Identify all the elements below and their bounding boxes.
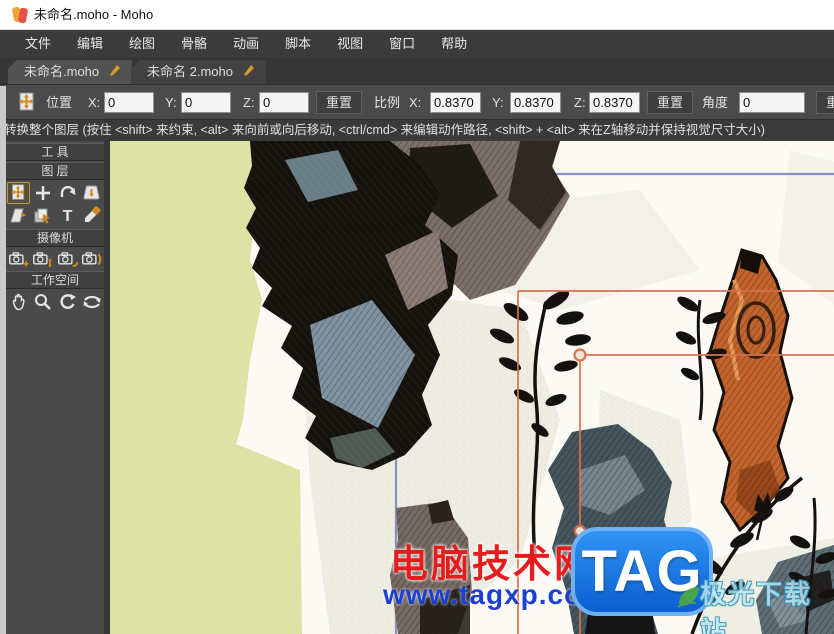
- tab-document-1[interactable]: 未命名.moho: [8, 60, 132, 84]
- angle-input[interactable]: [739, 92, 805, 113]
- tool-pan-workspace[interactable]: [7, 291, 30, 313]
- workspace-section-header[interactable]: 工作空间: [6, 271, 104, 289]
- edit-pencil-icon: [109, 61, 120, 84]
- window-title: 未命名.moho - Moho: [34, 7, 154, 22]
- scale-z-input[interactable]: [589, 92, 640, 113]
- selection-handle-top-left[interactable]: [573, 348, 587, 362]
- pos-y-label: Y:: [165, 95, 177, 110]
- tool-scale-layer[interactable]: [80, 182, 103, 204]
- download-site-name: 极光下载站: [700, 579, 813, 634]
- tab-document-2[interactable]: 未命名 2.moho: [131, 60, 266, 84]
- watermark-download-site: 极光下载站 www.x27.com: [700, 574, 834, 634]
- tool-translate-layer[interactable]: [31, 182, 54, 204]
- tools-panel: 工 具 图 层 T 摄像机 工作空间: [6, 141, 104, 634]
- leaf-logo-icon: [676, 584, 702, 615]
- tab-label: 未命名 2.moho: [147, 64, 233, 79]
- desktop-edge: [0, 86, 6, 634]
- menu-scripts[interactable]: 脚本: [272, 30, 324, 57]
- tool-rotate-layer[interactable]: [56, 182, 79, 204]
- tool-rotate-workspace[interactable]: [56, 291, 79, 313]
- pos-z-label: Z:: [243, 95, 255, 110]
- menu-file[interactable]: 文件: [12, 30, 64, 57]
- menu-window[interactable]: 窗口: [376, 30, 428, 57]
- current-tool-icon: [16, 91, 38, 113]
- layer-tools-row-2: T: [6, 204, 104, 227]
- angle-label: 角度: [702, 95, 729, 110]
- menu-bar: 文件 编辑 绘图 骨骼 动画 脚本 视图 窗口 帮助: [0, 30, 834, 57]
- position-y-input[interactable]: [181, 92, 231, 113]
- reset-angle-button[interactable]: 重置: [816, 91, 834, 114]
- panel-splitter[interactable]: [104, 141, 110, 634]
- menu-draw[interactable]: 绘图: [116, 30, 168, 57]
- tool-track-camera[interactable]: [7, 248, 30, 270]
- tool-orbit-workspace[interactable]: [80, 291, 103, 313]
- menu-animation[interactable]: 动画: [220, 30, 272, 57]
- tool-pan-tilt-camera[interactable]: [80, 248, 103, 270]
- status-hint-bar: 转换整个图层 (按住 <shift> 来约束, <alt> 来向前或向后移动, …: [0, 119, 834, 141]
- position-label: 位置: [46, 95, 73, 110]
- menu-view[interactable]: 视图: [324, 30, 376, 57]
- scale-y-input[interactable]: [510, 92, 561, 113]
- document-tab-bar: 未命名.moho 未命名 2.moho: [0, 57, 834, 84]
- edit-pencil-icon: [243, 61, 254, 84]
- tool-text[interactable]: T: [56, 205, 79, 227]
- scale-x-input[interactable]: [430, 92, 481, 113]
- scale-x-label: X:: [409, 95, 422, 110]
- menu-edit[interactable]: 编辑: [64, 30, 116, 57]
- moho-window: 未命名.moho - Moho 文件 编辑 绘图 骨骼 动画 脚本 视图 窗口 …: [0, 0, 834, 634]
- pos-x-label: X:: [88, 95, 101, 110]
- menu-bone[interactable]: 骨骼: [168, 30, 220, 57]
- layer-section-header[interactable]: 图 层: [6, 162, 104, 180]
- tool-shear-layer[interactable]: [7, 205, 30, 227]
- tab-label: 未命名.moho: [24, 64, 100, 79]
- reset-scale-button[interactable]: 重置: [647, 91, 693, 114]
- tools-panel-header[interactable]: 工 具: [6, 143, 104, 161]
- position-z-input[interactable]: [259, 92, 309, 113]
- moho-app-icon: [11, 6, 29, 24]
- scale-label: 比例: [374, 95, 401, 110]
- scale-y-label: Y:: [492, 95, 504, 110]
- workspace-tools-row: [6, 290, 104, 313]
- tool-zoom-camera[interactable]: [31, 248, 54, 270]
- tool-magnify-workspace[interactable]: [31, 291, 54, 313]
- menu-help[interactable]: 帮助: [428, 30, 480, 57]
- position-x-input[interactable]: [104, 92, 154, 113]
- title-bar: 未命名.moho - Moho: [0, 0, 834, 30]
- tool-options-bar: 位置 X: Y: Z: 重置 比例 X: Y: Z: 重置 角度 重置: [0, 84, 834, 119]
- camera-tools-row: [6, 248, 104, 270]
- tool-roll-camera[interactable]: [56, 248, 79, 270]
- svg-text:T: T: [62, 208, 72, 225]
- tool-layer-selector[interactable]: [31, 205, 54, 227]
- tool-transform-layer[interactable]: [6, 181, 30, 204]
- reset-position-button[interactable]: 重置: [316, 91, 362, 114]
- scale-z-label: Z:: [574, 95, 586, 110]
- layer-tools-row-1: [6, 181, 104, 204]
- camera-section-header[interactable]: 摄像机: [6, 229, 104, 247]
- tool-eyedropper[interactable]: [80, 205, 103, 227]
